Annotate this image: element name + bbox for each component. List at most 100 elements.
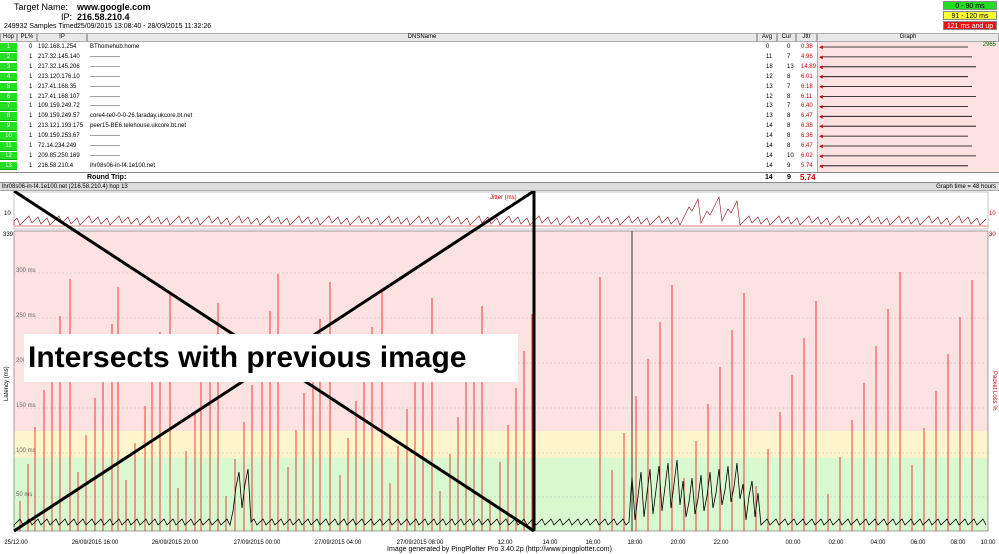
- hop-jttr: 4.96: [801, 53, 813, 60]
- hop-number: 10: [0, 132, 17, 141]
- jitter-label: Jitter (ms): [490, 195, 517, 201]
- hop-number: 7: [0, 102, 17, 111]
- hop-cur: 8: [787, 143, 791, 149]
- y-tick-label: 50 ms: [16, 492, 32, 498]
- hop-number: 5: [0, 82, 17, 92]
- packet-loss: 1: [29, 93, 33, 100]
- target-name-value: www.google.com: [77, 2, 151, 12]
- hop-jttr: 6.18: [801, 83, 813, 90]
- hop-dns: ---------------: [90, 63, 120, 70]
- table-row[interactable]: 11 1 72.14.234.249 --------------- 14 8 6.47: [0, 142, 999, 151]
- hop-cur: 0: [787, 44, 791, 50]
- hop-dns: ---------------: [90, 103, 120, 110]
- hop-dns: ---------------: [90, 143, 120, 149]
- hop-avg: 14: [766, 123, 773, 130]
- hop-avg: 14: [766, 143, 773, 149]
- hop-avg: 0: [766, 44, 770, 50]
- col-header-ip[interactable]: IP: [37, 33, 87, 42]
- legend-yellow: 91 - 120 ms: [943, 11, 997, 20]
- hop-ip: 213.121.193.175: [38, 123, 84, 130]
- y-top-label: 339: [3, 232, 14, 238]
- graph-time[interactable]: Graph time = 48 hours: [936, 183, 996, 191]
- hop-number: 6: [0, 92, 17, 102]
- y-tick-label: 250 ms: [16, 313, 36, 319]
- trace-header: Target Name: www.google.com IP: 216.58.2…: [0, 0, 999, 33]
- table-row[interactable]: 10 1 109.159.253.67 --------------- 14 8 6.36: [0, 132, 999, 141]
- table-row[interactable]: 9 1 213.121.193.175 peer15-BE6.telehouse.uk…: [0, 122, 999, 131]
- col-header-hop[interactable]: Hop: [0, 33, 17, 42]
- col-header-dns[interactable]: DNSName: [87, 33, 757, 42]
- hop-ip: 209.85.250.169: [38, 152, 80, 159]
- y-tick-label: 150 ms: [16, 403, 36, 409]
- hop-jttr: 6.01: [801, 73, 813, 80]
- col-header-pl[interactable]: PL%: [17, 33, 37, 42]
- packet-loss: 1: [29, 83, 33, 90]
- hop-dns: ---------------: [90, 133, 120, 140]
- table-row[interactable]: 7 1 109.159.249.72 --------------- 13 7 6.40: [0, 102, 999, 111]
- round-trip-label: Round Trip:: [87, 174, 127, 181]
- table-row[interactable]: 3 1 217.32.145.206 --------------- 18 13 14.89: [0, 62, 999, 72]
- packet-loss: 1: [29, 103, 33, 110]
- graph-title: lhr08s06-in-f4.1e100.net (216.58.210.4) …: [2, 184, 128, 190]
- hop-number: 2: [0, 52, 17, 62]
- time-range: 25/09/2015 13:08:40 - 28/09/2015 11:32:2…: [77, 23, 212, 30]
- col-header-graph[interactable]: Graph: [817, 33, 999, 42]
- hop-ip: 109.159.249.72: [38, 103, 80, 110]
- hop-cur: 13: [787, 63, 794, 70]
- hop-number: 8: [0, 112, 17, 121]
- hop-number: 11: [0, 142, 17, 151]
- packet-loss-axis-label: Packet Loss %: [991, 371, 997, 411]
- col-header-avg[interactable]: Avg: [757, 33, 777, 42]
- hop-dns: ---------------: [90, 83, 120, 90]
- hop-dns: core4-te0-0-0-26.faraday.ukcore.bt.net: [90, 113, 193, 120]
- col-header-cur[interactable]: Cur: [777, 33, 796, 42]
- round-trip-row: Round Trip: 14 9 5.74: [0, 172, 999, 182]
- table-row[interactable]: 4 1 213.120.176.10 --------------- 12 8 6.01: [0, 72, 999, 82]
- hop-ip: 213.120.176.10: [38, 73, 80, 80]
- packet-loss: 1: [29, 113, 33, 120]
- hop-cur: 10: [787, 152, 794, 159]
- hop-dns: ---------------: [90, 152, 120, 159]
- hop-jttr: 6.02: [801, 152, 813, 159]
- hop-number: 3: [0, 62, 17, 72]
- hop-dns: peer15-BE6.telehouse.ukcore.bt.net: [90, 123, 187, 130]
- table-row[interactable]: 1 0 192.168.1.254 BThomehub.home 0 0 0.38: [0, 43, 999, 52]
- hop-dns: ---------------: [90, 73, 120, 80]
- hop-avg: 13: [766, 103, 773, 110]
- target-name-label: Target Name:: [13, 2, 68, 12]
- hop-jttr: 5.74: [801, 162, 813, 169]
- col-header-jttr[interactable]: Jttr: [796, 33, 817, 42]
- hop-ip: 109.159.249.57: [38, 113, 80, 120]
- table-row[interactable]: 5 1 217.41.168.35 --------------- 13 7 6.18: [0, 82, 999, 92]
- hop-ip: 217.41.168.107: [38, 93, 80, 100]
- jitter-tick-right: 10: [989, 211, 996, 217]
- hop-cur: 8: [787, 93, 791, 100]
- packet-loss: 1: [29, 63, 33, 70]
- hop-avg: 13: [766, 113, 773, 120]
- table-row[interactable]: 12 1 209.85.250.169 --------------- 14 10 6.02: [0, 151, 999, 161]
- hop-jttr: 6.38: [801, 123, 813, 130]
- packet-loss: 0: [29, 44, 33, 50]
- hop-ip: 72.14.234.249: [38, 143, 77, 149]
- packet-loss: 1: [29, 123, 33, 130]
- hop-table: Hop PL% IP DNSName Avg Cur Jttr Graph 2 9…: [0, 33, 999, 182]
- hop-avg: 11: [766, 53, 773, 60]
- table-row[interactable]: 2 1 217.32.145.140 --------------- 11 7 4.96: [0, 52, 999, 62]
- hop-number: 13: [0, 161, 17, 171]
- table-row[interactable]: 8 1 109.159.249.57 core4-te0-0-0-26.faraday…: [0, 112, 999, 121]
- hop-jttr: 14.89: [801, 63, 817, 70]
- latency-axis-label: Latency (ms): [4, 366, 10, 401]
- hop-jttr: 6.47: [801, 113, 813, 120]
- table-row[interactable]: 13 1 216.58.210.4 lhr08s06-in-f4.1e100.net 1…: [0, 161, 999, 171]
- round-trip-jttr: 5.74: [800, 173, 816, 182]
- hop-number: 1: [0, 43, 17, 52]
- graph-title-bar: lhr08s06-in-f4.1e100.net (216.58.210.4) …: [0, 182, 999, 191]
- hop-ip: 217.32.145.140: [38, 53, 80, 60]
- packet-loss: 1: [29, 152, 33, 159]
- hop-jttr: 6.47: [801, 143, 813, 149]
- hop-cur: 8: [787, 73, 791, 80]
- table-row[interactable]: 6 1 217.41.168.107 --------------- 12 8 6.11: [0, 92, 999, 102]
- hop-number: 9: [0, 122, 17, 131]
- packet-loss: 1: [29, 133, 33, 140]
- hop-cur: 9: [787, 162, 791, 169]
